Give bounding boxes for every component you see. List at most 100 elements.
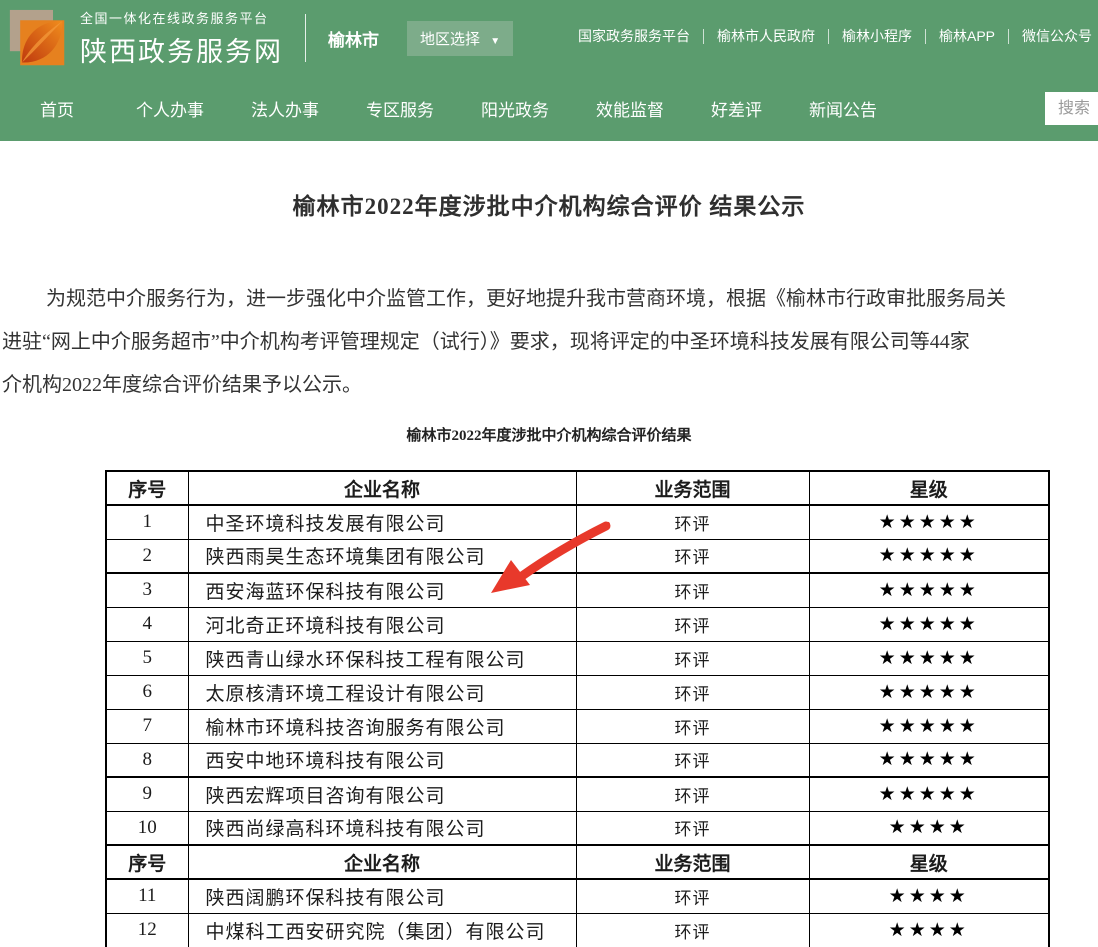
- cell-scope: 环评: [576, 641, 809, 675]
- table-row: 9 陕西宏辉项目咨询有限公司 环评 ★★★★★: [106, 777, 1049, 811]
- link-national-platform[interactable]: 国家政务服务平台: [578, 26, 690, 46]
- platform-tagline: 全国一体化在线政务服务平台: [80, 8, 283, 27]
- nav-item-news[interactable]: 新闻公告: [809, 96, 877, 121]
- current-city-label: 榆林市: [328, 26, 379, 51]
- cell-name: 西安海蓝环保科技有限公司: [188, 573, 576, 607]
- region-select-button[interactable]: 地区选择 ▼: [407, 21, 513, 56]
- cell-scope: 环评: [576, 913, 809, 947]
- paragraph-line: 为规范中介服务行为，进一步强化中介监管工作，更好地提升我市营商环境，根据《榆林市…: [2, 278, 1098, 321]
- table-row: 8 西安中地环境科技有限公司 环评 ★★★★★: [106, 743, 1049, 777]
- cell-stars: ★★★★★: [809, 709, 1049, 743]
- evaluation-table: 序号 企业名称 业务范围 星级 1 中圣环境科技发展有限公司 环评 ★★★★★ …: [105, 470, 1050, 947]
- table-header-row: 序号 企业名称 业务范围 星级: [106, 471, 1049, 505]
- page-title: 榆林市2022年度涉批中介机构综合评价 结果公示: [0, 187, 1098, 221]
- site-branding: 全国一体化在线政务服务平台 陕西政务服务网: [80, 8, 283, 69]
- cell-scope: 环评: [576, 777, 809, 811]
- cell-name: 西安中地环境科技有限公司: [188, 743, 576, 777]
- link-yulin-miniprogram[interactable]: 榆林小程序: [842, 26, 912, 46]
- cell-name: 中圣环境科技发展有限公司: [188, 505, 576, 539]
- cell-no: 11: [106, 879, 188, 913]
- column-header-stars: 星级: [809, 471, 1049, 505]
- cell-stars: ★★★★: [809, 811, 1049, 845]
- link-yulin-government[interactable]: 榆林市人民政府: [717, 26, 815, 46]
- link-yulin-app[interactable]: 榆林APP: [939, 26, 995, 46]
- page: { "colors": { "header_green": "#5b9c6e",…: [0, 0, 1098, 947]
- table-row: 12 中煤科工西安研究院（集团）有限公司 环评 ★★★★: [106, 913, 1049, 947]
- cell-no: 5: [106, 641, 188, 675]
- cell-stars: ★★★★★: [809, 641, 1049, 675]
- cell-name: 榆林市环境科技咨询服务有限公司: [188, 709, 576, 743]
- table-row: 6 太原核清环境工程设计有限公司 环评 ★★★★★: [106, 675, 1049, 709]
- column-header-no: 序号: [106, 845, 188, 879]
- cell-no: 6: [106, 675, 188, 709]
- cell-scope: 环评: [576, 811, 809, 845]
- cell-name: 陕西宏辉项目咨询有限公司: [188, 777, 576, 811]
- cell-stars: ★★★★: [809, 913, 1049, 947]
- header-top-bar: 全国一体化在线政务服务平台 陕西政务服务网 榆林市 地区选择 ▼ 国家政务服务平…: [0, 0, 1098, 76]
- column-header-name: 企业名称: [188, 471, 576, 505]
- nav-item-home[interactable]: 首页: [40, 96, 74, 121]
- nav-item-efficiency[interactable]: 效能监督: [596, 96, 664, 121]
- cell-no: 4: [106, 607, 188, 641]
- cell-name: 陕西尚绿高科环境科技有限公司: [188, 811, 576, 845]
- divider: [1008, 29, 1009, 44]
- nav-item-open-gov[interactable]: 阳光政务: [481, 96, 549, 121]
- cell-scope: 环评: [576, 675, 809, 709]
- cell-scope: 环评: [576, 879, 809, 913]
- cell-name: 中煤科工西安研究院（集团）有限公司: [188, 913, 576, 947]
- table-row: 11 陕西阔鹏环保科技有限公司 环评 ★★★★: [106, 879, 1049, 913]
- cell-name: 河北奇正环境科技有限公司: [188, 607, 576, 641]
- cell-scope: 环评: [576, 743, 809, 777]
- cell-no: 9: [106, 777, 188, 811]
- site-header: 全国一体化在线政务服务平台 陕西政务服务网 榆林市 地区选择 ▼ 国家政务服务平…: [0, 0, 1098, 141]
- nav-item-zone-services[interactable]: 专区服务: [366, 96, 434, 121]
- header-divider: [305, 14, 306, 62]
- cell-no: 10: [106, 811, 188, 845]
- table-row: 3 西安海蓝环保科技有限公司 环评 ★★★★★: [106, 573, 1049, 607]
- column-header-no: 序号: [106, 471, 188, 505]
- site-name: 陕西政务服务网: [80, 30, 283, 69]
- cell-scope: 环评: [576, 607, 809, 641]
- cell-no: 1: [106, 505, 188, 539]
- cell-no: 3: [106, 573, 188, 607]
- divider: [925, 29, 926, 44]
- cell-scope: 环评: [576, 573, 809, 607]
- column-header-stars: 星级: [809, 845, 1049, 879]
- cell-stars: ★★★★★: [809, 607, 1049, 641]
- cell-stars: ★★★★★: [809, 777, 1049, 811]
- chevron-down-icon: ▼: [490, 36, 500, 47]
- cell-stars: ★★★★: [809, 879, 1049, 913]
- cell-stars: ★★★★★: [809, 505, 1049, 539]
- cell-name: 陕西青山绿水环保科技工程有限公司: [188, 641, 576, 675]
- cell-stars: ★★★★★: [809, 539, 1049, 573]
- cell-name: 陕西阔鹏环保科技有限公司: [188, 879, 576, 913]
- cell-no: 2: [106, 539, 188, 573]
- cell-scope: 环评: [576, 539, 809, 573]
- cell-name: 陕西雨昊生态环境集团有限公司: [188, 539, 576, 573]
- site-logo-icon: [8, 8, 68, 70]
- announcement-article: 榆林市2022年度涉批中介机构综合评价 结果公示 为规范中介服务行为，进一步强化…: [0, 187, 1098, 947]
- link-wechat-official[interactable]: 微信公众号: [1022, 26, 1092, 46]
- paragraph-line: 介机构2022年度综合评价结果予以公示。: [2, 364, 1098, 407]
- paragraph-line: 进驻“网上中介服务超市”中介机构考评管理规定（试行）》要求，现将评定的中圣环境科…: [2, 321, 1098, 364]
- table-caption: 榆林市2022年度涉批中介机构综合评价结果: [0, 424, 1098, 445]
- nav-item-legal-person[interactable]: 法人办事: [251, 96, 319, 121]
- table-header-row-repeat: 序号 企业名称 业务范围 星级: [106, 845, 1049, 879]
- table-row: 5 陕西青山绿水环保科技工程有限公司 环评 ★★★★★: [106, 641, 1049, 675]
- divider: [828, 29, 829, 44]
- region-select-label: 地区选择: [420, 31, 480, 48]
- cell-no: 12: [106, 913, 188, 947]
- nav-item-rating[interactable]: 好差评: [711, 96, 762, 121]
- column-header-scope: 业务范围: [576, 845, 809, 879]
- column-header-scope: 业务范围: [576, 471, 809, 505]
- table-row: 2 陕西雨昊生态环境集团有限公司 环评 ★★★★★: [106, 539, 1049, 573]
- announcement-paragraph: 为规范中介服务行为，进一步强化中介监管工作，更好地提升我市营商环境，根据《榆林市…: [0, 278, 1098, 407]
- table-row: 7 榆林市环境科技咨询服务有限公司 环评 ★★★★★: [106, 709, 1049, 743]
- cell-stars: ★★★★★: [809, 573, 1049, 607]
- nav-item-personal[interactable]: 个人办事: [136, 96, 204, 121]
- divider: [703, 29, 704, 44]
- search-input[interactable]: [1045, 92, 1098, 125]
- table-row-arrow-target: 4 河北奇正环境科技有限公司 环评 ★★★★★: [106, 607, 1049, 641]
- table-row: 1 中圣环境科技发展有限公司 环评 ★★★★★: [106, 505, 1049, 539]
- cell-no: 7: [106, 709, 188, 743]
